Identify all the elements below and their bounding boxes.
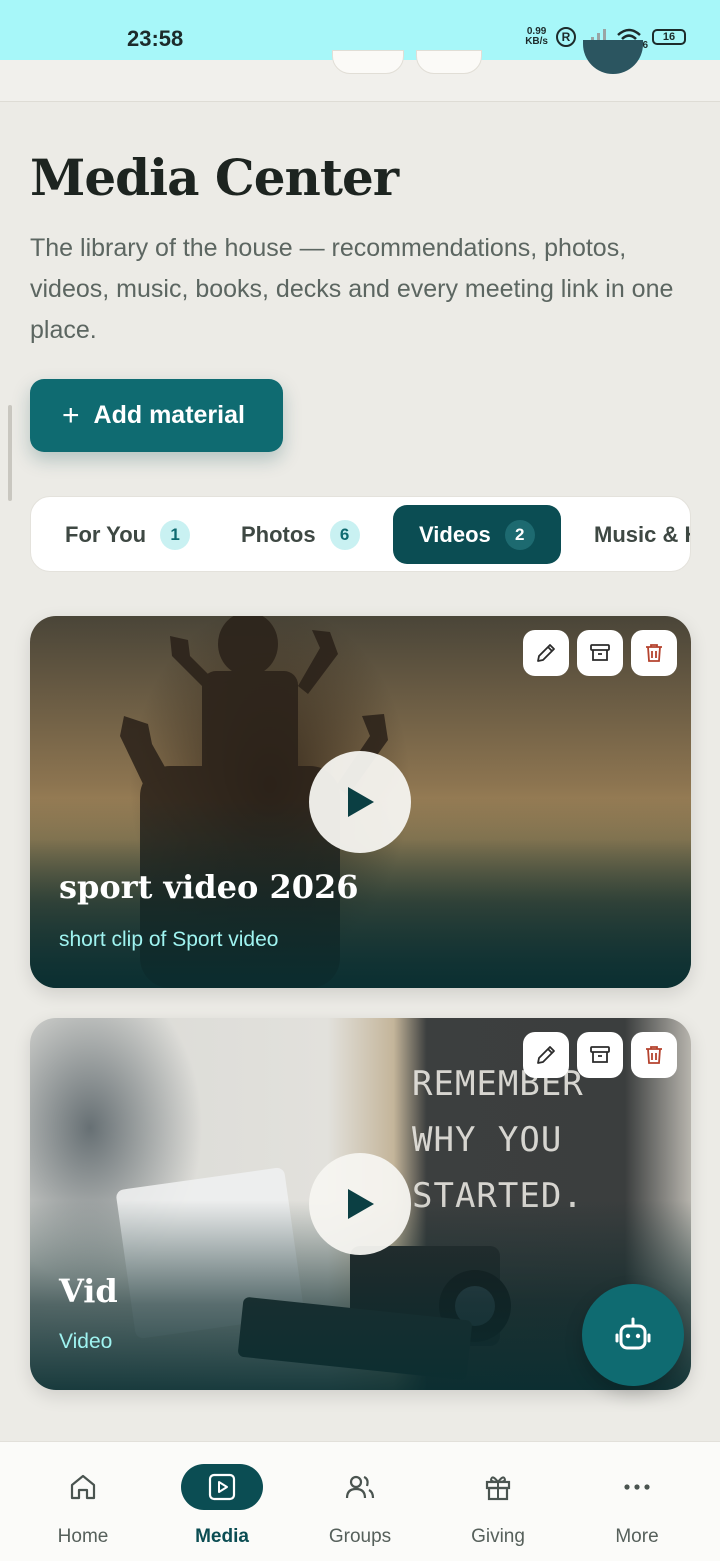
roaming-badge: R [556,27,576,47]
card-actions [523,1032,677,1078]
video-title: Vid [59,1272,118,1310]
network-speed: 0.99 KB/s [525,26,548,47]
nav-item-home[interactable]: Home [23,1464,143,1554]
edit-icon [537,1046,555,1064]
tab-videos[interactable]: Videos 2 [393,505,561,564]
status-time: 23:58 [127,26,184,51]
assistant-fab[interactable] [582,1284,684,1386]
video-card[interactable]: sport video 2026 short clip of Sport vid… [30,616,691,988]
tab-label: Music & H [594,521,691,547]
delete-button[interactable] [631,1032,677,1078]
nav-item-giving[interactable]: Giving [438,1464,558,1554]
gift-icon [485,1476,511,1501]
play-button[interactable] [309,1153,411,1255]
top-action-button[interactable] [416,50,482,74]
robot-icon [615,1317,651,1350]
tab-music[interactable]: Music & H [568,505,691,564]
nav-item-media[interactable]: Media [162,1464,282,1554]
media-tabs: For You 1 Photos 6 Videos 2 Music & H [30,496,691,572]
nav-item-more[interactable]: More [577,1464,697,1554]
plus-icon: + [62,398,80,432]
archive-icon [590,1046,610,1063]
bottom-nav: Home Media Groups Giving More [0,1441,720,1561]
home-icon [70,1474,96,1500]
edit-icon [537,644,555,662]
delete-button[interactable] [631,630,677,676]
play-icon [348,1189,374,1219]
tab-label: For You [65,521,147,547]
tab-label: Photos [241,521,316,547]
nav-label: More [615,1526,659,1547]
nav-label: Groups [328,1526,392,1547]
card-actions [523,630,677,676]
nav-label: Giving [471,1526,525,1547]
tab-count-badge: 6 [329,519,360,550]
archive-icon [590,644,610,661]
tab-label: Videos [419,521,491,547]
scroll-indicator [8,405,12,501]
nav-item-groups[interactable]: Groups [300,1464,420,1554]
wifi-label: 6 [642,40,648,51]
page-title: Media Center [30,148,399,207]
page-subtitle: The library of the house — recommendatio… [30,234,674,344]
top-action-button[interactable] [332,50,404,74]
nav-label: Home [57,1526,109,1547]
avatar[interactable] [583,40,643,74]
edit-button[interactable] [523,1032,569,1078]
tab-count-badge: 2 [504,519,535,550]
add-material-label: Add material [93,401,245,429]
tab-count-badge: 1 [160,519,191,550]
archive-button[interactable] [577,630,623,676]
delete-icon [646,1046,662,1064]
play-icon [348,787,374,817]
video-subtitle: short clip of Sport video [59,928,279,951]
groups-icon [345,1475,375,1499]
video-subtitle: Video [59,1330,113,1353]
tab-for-you[interactable]: For You 1 [39,505,216,564]
battery-icon: 16 [652,29,686,45]
delete-icon [646,644,662,662]
archive-button[interactable] [577,1032,623,1078]
play-button[interactable] [309,751,411,853]
add-material-button[interactable]: + Add material [30,379,283,452]
more-icon [624,1484,650,1490]
nav-label: Media [195,1526,249,1547]
edit-button[interactable] [523,630,569,676]
media-icon [208,1473,236,1501]
video-title: sport video 2026 [59,868,359,906]
top-app-bar [0,40,720,102]
tab-photos[interactable]: Photos 6 [215,505,386,564]
